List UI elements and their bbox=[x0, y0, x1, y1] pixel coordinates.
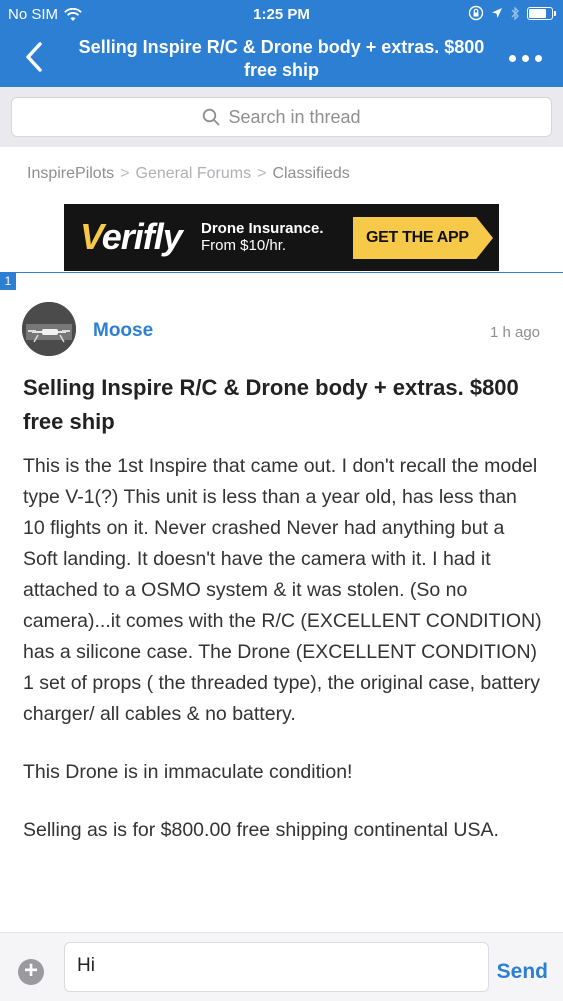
post-paragraph: Selling as is for $800.00 free shipping … bbox=[23, 819, 499, 841]
more-options-button[interactable] bbox=[509, 50, 545, 66]
ellipsis-icon bbox=[535, 54, 542, 62]
battery-icon bbox=[527, 6, 556, 20]
reply-composer: + Hi Send bbox=[0, 932, 563, 1001]
location-arrow-icon bbox=[492, 8, 502, 18]
message-input[interactable]: Hi bbox=[64, 942, 489, 992]
orientation-lock-icon bbox=[468, 5, 484, 21]
back-button[interactable] bbox=[20, 38, 50, 78]
ad-headline: Drone Insurance. bbox=[201, 220, 324, 237]
plus-circle-icon: + bbox=[23, 957, 38, 984]
post-body: This is the 1st Inspire that came out. I… bbox=[23, 451, 543, 873]
ad-subline: From $10/hr. bbox=[201, 237, 287, 254]
ad-brand-logo: Verifly bbox=[80, 216, 183, 258]
search-placeholder: Search in thread bbox=[228, 106, 361, 127]
app-header: No SIM 1:25 PM Selling Inspire R/C & Dro… bbox=[0, 0, 563, 87]
ad-copy: Drone Insurance. From $10/hr. bbox=[201, 220, 324, 254]
post-title: Selling Inspire R/C & Drone body + extra… bbox=[23, 375, 519, 434]
post-timestamp: 1 h ago bbox=[489, 324, 540, 341]
status-right bbox=[468, 5, 556, 21]
avatar[interactable] bbox=[22, 302, 76, 356]
ad-brand-name: Verifly bbox=[80, 216, 183, 257]
breadcrumb-separator: > bbox=[257, 165, 267, 182]
search-bar-container: Search in thread bbox=[0, 87, 563, 147]
thread-title-header: Selling Inspire R/C & Drone body + extra… bbox=[78, 37, 485, 80]
breadcrumb-item-inspirepilots[interactable]: InspirePilots bbox=[27, 165, 114, 183]
post-paragraph: This Drone is in immaculate condition! bbox=[23, 761, 353, 783]
ad-banner[interactable]: Verifly Drone Insurance. From $10/hr. GE… bbox=[64, 204, 499, 271]
ellipsis-icon bbox=[509, 54, 516, 62]
search-input[interactable]: Search in thread bbox=[11, 97, 552, 137]
post-author[interactable]: Moose bbox=[93, 320, 153, 342]
breadcrumb-separator: > bbox=[120, 165, 130, 182]
bluetooth-icon bbox=[511, 5, 519, 21]
send-button[interactable]: Send bbox=[497, 960, 548, 984]
ellipsis-icon bbox=[522, 54, 529, 62]
breadcrumb-item-classifieds[interactable]: Classifieds bbox=[272, 165, 349, 183]
post-paragraph: This is the 1st Inspire that came out. I… bbox=[23, 455, 542, 725]
breadcrumb-item-general-forums[interactable]: General Forums bbox=[136, 165, 252, 183]
battery-fill bbox=[529, 8, 546, 18]
ad-cta-button[interactable]: GET THE APP bbox=[353, 217, 493, 259]
post-divider bbox=[0, 272, 563, 273]
search-icon bbox=[203, 108, 220, 126]
drone-avatar-image bbox=[22, 302, 76, 356]
attach-button[interactable]: + bbox=[18, 959, 44, 985]
status-bar: No SIM 1:25 PM bbox=[0, 0, 563, 30]
post-number-badge: 1 bbox=[0, 272, 16, 290]
breadcrumb: InspirePilots > General Forums > Classif… bbox=[27, 165, 350, 183]
chevron-left-icon bbox=[26, 42, 42, 72]
